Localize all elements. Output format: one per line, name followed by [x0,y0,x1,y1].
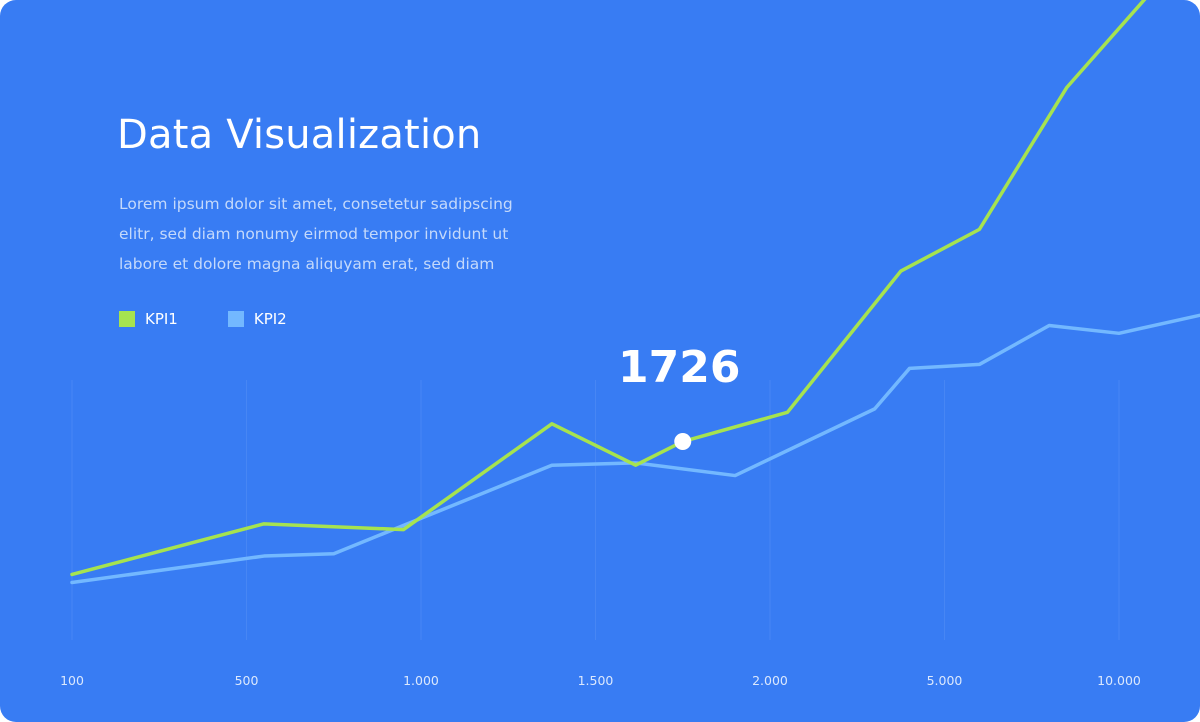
legend-label-kpi1: KPI1 [145,310,178,328]
description-line: labore et dolore magna aliquyam erat, se… [119,255,495,273]
chart-card: 100 500 1.000 1.500 2.000 5.000 10.000 Data Vi… [0,0,1200,722]
series-layer [70,0,1200,585]
x-tick-label: 1.000 [403,673,439,688]
description-line: Lorem ipsum dolor sit amet, consetetur s… [119,195,513,213]
description-line: elitr, sed diam nonumy eirmod tempor inv… [119,225,509,243]
description: Lorem ipsum dolor sit amet, consetetur s… [119,189,519,279]
legend-label-kpi2: KPI2 [253,310,287,328]
legend-item-kpi1[interactable]: KPI1 [119,310,178,328]
line-chart: 100 500 1.000 1.500 2.000 5.000 10.000 [60,0,1200,688]
legend-swatch-kpi1 [119,311,135,327]
value-callout: 1726 [618,342,741,393]
x-tick-label: 5.000 [927,673,963,688]
x-tick-label: 2.000 [752,673,788,688]
legend-item-kpi2[interactable]: KPI2 [227,310,287,328]
x-tick-label: 500 [235,673,259,688]
legend: KPI1 KPI2 [119,310,287,328]
x-tick-label: 1.500 [578,673,614,688]
x-tick-label: 10.000 [1097,673,1141,688]
x-tick-label: 100 [60,673,84,688]
highlight-point[interactable] [674,433,692,451]
x-axis-ticks: 100 500 1.000 1.500 2.000 5.000 10.000 [60,673,1141,688]
series-line-kpi1 [70,0,1147,577]
grid-lines [71,380,1120,640]
legend-swatch-kpi2 [227,311,244,327]
page-title: Data Visualization [117,112,482,158]
